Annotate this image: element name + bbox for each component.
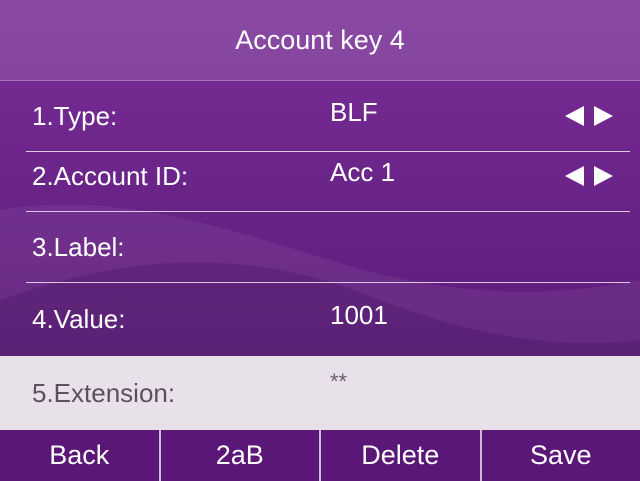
softkey-bar: Back 2aB Delete Save <box>0 430 640 481</box>
delete-softkey[interactable]: Delete <box>321 430 482 481</box>
label-row[interactable]: 3.Label: <box>0 211 640 283</box>
account-id-value: Acc 1 <box>330 157 396 187</box>
back-softkey[interactable]: Back <box>0 430 161 481</box>
value-label: 4.Value: <box>32 304 126 334</box>
value-value[interactable]: 1001 <box>330 279 388 351</box>
extension-value[interactable]: ** <box>330 346 347 418</box>
extension-row[interactable]: 5.Extension: ** <box>0 356 640 430</box>
input-mode-softkey[interactable]: 2aB <box>161 430 321 481</box>
extension-label: 5.Extension: <box>32 378 176 408</box>
left-right-arrows-icon[interactable] <box>565 106 613 126</box>
save-softkey[interactable]: Save <box>482 430 640 481</box>
account-id-label: 2.Account ID: <box>32 161 189 191</box>
phone-screen: Account key 4 1.Type: BLF 2.Account ID: … <box>0 0 640 481</box>
page-title: Account key 4 <box>0 0 640 81</box>
label-label: 3.Label: <box>32 232 125 262</box>
value-row[interactable]: 4.Value: 1001 <box>0 283 640 355</box>
account-id-row[interactable]: 2.Account ID: Acc 1 <box>0 140 640 212</box>
left-right-arrows-icon[interactable] <box>565 166 613 186</box>
